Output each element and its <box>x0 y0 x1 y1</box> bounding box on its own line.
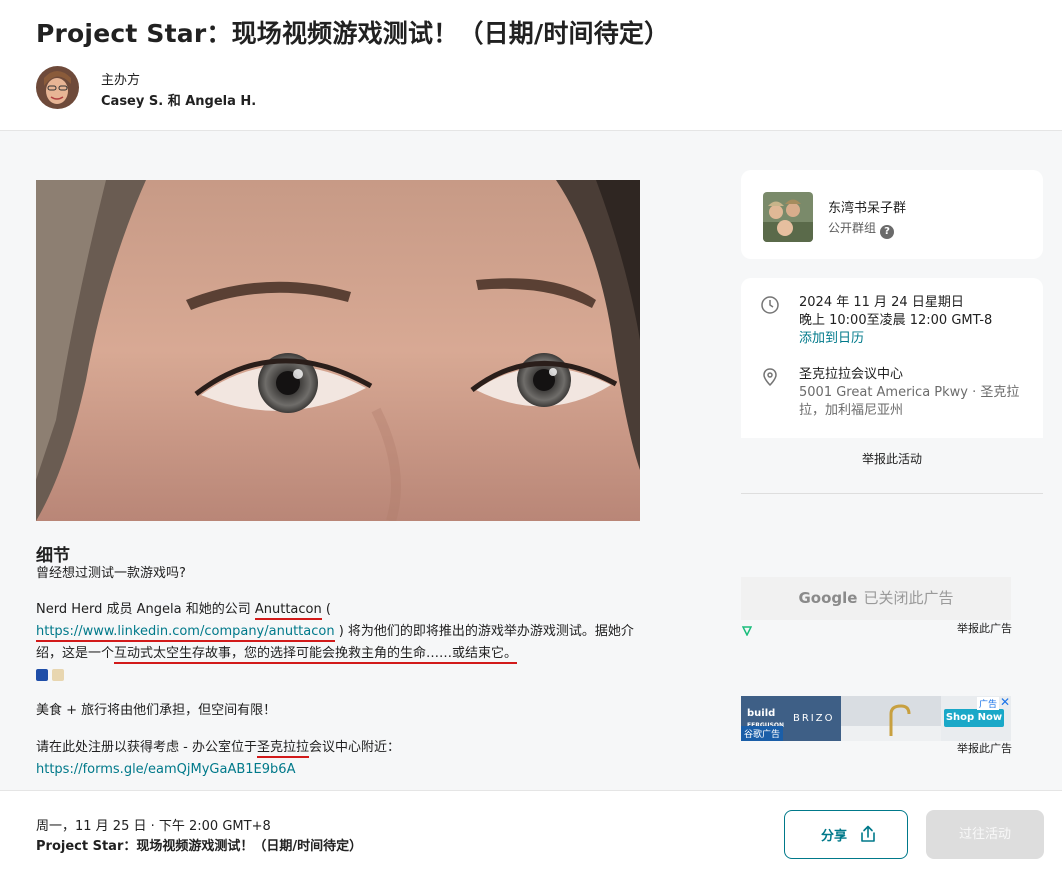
host-names[interactable]: Casey S. 和 Angela H. <box>101 90 256 109</box>
event-datetime: 2024 年 11 月 24 日星期日 晚上 10:00至凌晨 12:00 GM… <box>799 294 992 348</box>
venue-address-line1: 5001 Great America Pkwy · 圣克拉 <box>799 385 1020 400</box>
closed-ad-slot: Google 已关闭此广告 <box>741 577 1011 620</box>
details-paragraph-4: 请在此处注册以获得考虑 - 办公室位于圣克拉拉会议中心附近： https://f… <box>36 737 646 781</box>
footer-title: Project Star：现场视频游戏测试！（日期/时间待定） <box>36 839 363 854</box>
event-location: 圣克拉拉会议中心 5001 Great America Pkwy · 圣克拉 拉… <box>799 366 1019 420</box>
paragraph-text: 请在此处注册以获得考虑 - 办公室位于 <box>36 740 257 755</box>
linkedin-link[interactable]: https://www.linkedin.com/company/anuttac… <box>36 624 335 642</box>
event-time: 晚上 10:00至凌晨 12:00 GMT-8 <box>799 313 993 328</box>
ad-closed-text: 已关闭此广告 <box>863 589 954 607</box>
ad-label: 广告 <box>976 697 999 710</box>
group-card[interactable]: 东湾书呆子群 公开群组? <box>741 170 1043 259</box>
event-header: Project Star：现场视频游戏测试！（日期/时间待定） 主办方 Case… <box>0 0 1062 131</box>
company-name: Anuttacon <box>254 602 322 620</box>
details-paragraph-3: 美食 + 旅行将由他们承担，但空间有限！ <box>36 703 277 718</box>
divider <box>741 493 1043 494</box>
paragraph-text: ( <box>321 602 331 617</box>
past-event-button: 过往活动 <box>926 810 1044 859</box>
share-button[interactable]: 分享 <box>784 810 908 859</box>
google-ads-label: 谷歌广告 <box>741 726 784 741</box>
report-ad-link[interactable]: 举报此广告 <box>957 620 1012 636</box>
event-info-card: 2024 年 11 月 24 日星期日 晚上 10:00至凌晨 12:00 GM… <box>741 278 1043 438</box>
event-title: Project Star：现场视频游戏测试！（日期/时间待定） <box>36 19 670 48</box>
ad-brand-build: build <box>747 708 776 719</box>
astronaut-icon <box>52 669 64 681</box>
host-label: 主办方 <box>101 73 141 88</box>
group-thumbnail[interactable] <box>763 192 813 242</box>
report-ad-link[interactable]: 举报此广告 <box>957 740 1012 756</box>
paragraph-text: Nerd Herd 成员 Angela 和她的公司 <box>36 602 255 617</box>
group-type-label: 公开群组 <box>828 221 877 235</box>
venue-highlight: 圣克拉拉 <box>256 740 309 758</box>
details-paragraph-1: 曾经想过测试一款游戏吗? <box>36 566 186 581</box>
host-avatar[interactable] <box>36 66 79 109</box>
game-description-highlight: 互动式太空生存故事，您的选择可能会挽救主角的生命……或结束它。 <box>114 646 518 664</box>
footer-datetime: 周一，11 月 25 日 · 下午 2:00 GMT+8 <box>36 819 271 834</box>
rocket-icon <box>36 669 48 681</box>
report-event-link[interactable]: 举报此活动 <box>741 450 1043 467</box>
ad-choices-icon[interactable] <box>742 626 752 636</box>
group-name[interactable]: 东湾书呆子群 <box>828 197 906 216</box>
share-label: 分享 <box>821 829 848 844</box>
banner-ad[interactable]: buildFERGUSON BRIZO Shop Now 广告 ✕ 谷歌广告 <box>741 696 1011 741</box>
sticky-footer: 周一，11 月 25 日 · 下午 2:00 GMT+8 Project Sta… <box>0 790 1062 870</box>
ad-brand-name: BRIZO <box>793 713 835 724</box>
location-pin-icon <box>763 368 777 387</box>
paragraph-text: 会议中心附近： <box>308 740 400 755</box>
venue-name[interactable]: 圣克拉拉会议中心 <box>799 366 1019 384</box>
shop-now-button[interactable]: Shop Now <box>944 709 1004 727</box>
help-icon[interactable]: ? <box>880 225 895 239</box>
event-date: 2024 年 11 月 24 日星期日 <box>799 295 964 310</box>
group-type: 公开群组? <box>828 219 895 239</box>
google-logo: Google <box>798 589 858 607</box>
share-icon <box>861 825 875 842</box>
clock-icon <box>761 296 779 314</box>
ad-close-icon[interactable]: ✕ <box>1000 696 1010 708</box>
add-to-calendar-link[interactable]: 添加到日历 <box>799 330 992 348</box>
details-paragraph-2: Nerd Herd 成员 Angela 和她的公司 Anuttacon ( ht… <box>36 599 646 687</box>
venue-address-line2: 拉，加利福尼亚州 <box>799 403 904 418</box>
event-hero-image <box>36 180 640 521</box>
registration-link[interactable]: https://forms.gle/eamQjMyGaAB1E9b6A <box>36 762 295 777</box>
